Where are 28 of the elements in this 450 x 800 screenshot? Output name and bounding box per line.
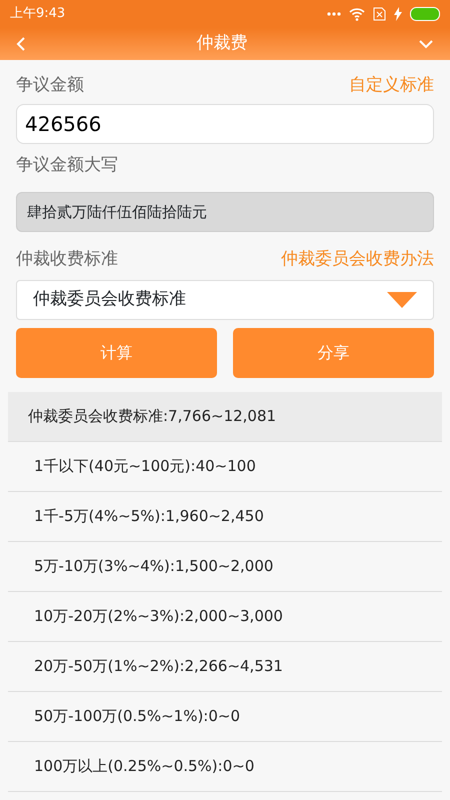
fee-bracket-row: 1千-5万(4%~5%):1,960~2,450 (8, 492, 442, 542)
calculate-button[interactable]: 计算 (16, 328, 217, 378)
status-time: 上午9:43 (10, 5, 66, 24)
fee-rules-link[interactable]: 仲裁委员会收费办法 (281, 247, 434, 273)
sim-icon (373, 7, 386, 21)
amount-field[interactable]: 426566 (16, 104, 434, 144)
share-button[interactable]: 分享 (233, 328, 434, 378)
battery-icon (410, 7, 440, 21)
dropdown-arrow-icon (387, 292, 417, 308)
field-label: 争议金额大写 (16, 154, 118, 178)
back-icon[interactable] (16, 36, 26, 52)
custom-standard-link[interactable]: 自定义标准 (349, 73, 434, 99)
fee-bracket-row: 20万-50万(1%~2%):2,266~4,531 (8, 642, 442, 692)
fee-bracket-row: 1千以下(40元~100元):40~100 (8, 442, 442, 492)
fee-bracket-row: 5万-10万(3%~4%):1,500~2,000 (8, 542, 442, 592)
page-title: 仲裁费 (196, 32, 248, 56)
more-icon (327, 12, 341, 16)
uppercase-amount-field: 肆拾贰万陆仟伍佰陆拾陆元 (16, 192, 434, 232)
result-summary: 仲裁委员会收费标准:7,766~12,081 (8, 392, 442, 442)
fee-bracket-row: 50万-100万(0.5%~1%):0~0 (8, 692, 442, 742)
chevron-down-icon[interactable] (418, 39, 434, 49)
field-label: 争议金额 (16, 74, 84, 98)
wifi-icon (349, 8, 365, 20)
fee-bracket-row: 10万-20万(2%~3%):2,000~3,000 (8, 592, 442, 642)
fee-bracket-row: 100万以上(0.25%~0.5%):0~0 (8, 742, 442, 792)
field-label: 仲裁收费标准 (16, 248, 118, 272)
standard-dropdown[interactable]: 仲裁委员会收费标准 (16, 280, 434, 320)
charging-icon (394, 7, 402, 21)
